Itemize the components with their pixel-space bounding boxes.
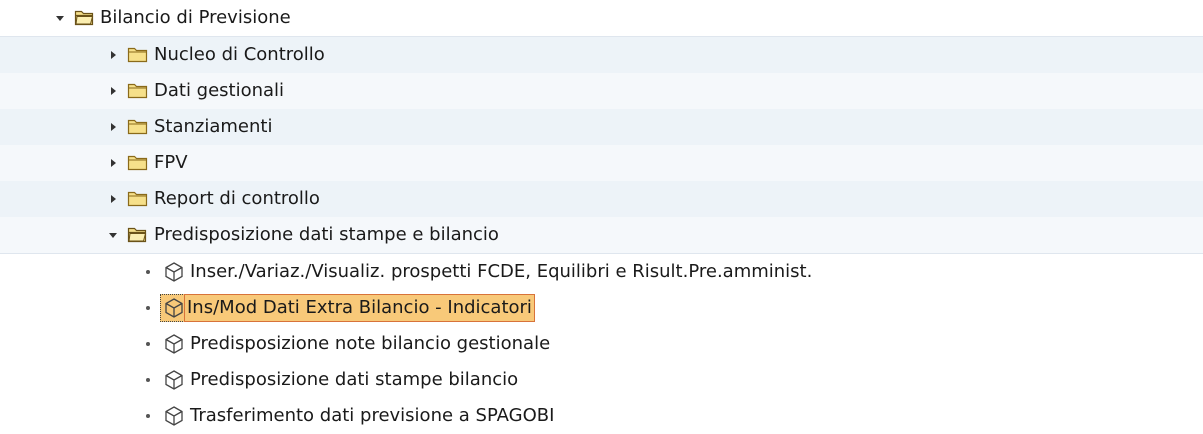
expand-toggle-icon[interactable] xyxy=(52,0,68,36)
transaction-item[interactable]: Predisposizione dati stampe bilancio xyxy=(0,362,1203,398)
tree-node-report-di-controllo[interactable]: Report di controllo xyxy=(0,181,1203,217)
transaction-cube-icon xyxy=(165,334,183,354)
transaction-cube-icon xyxy=(165,406,183,426)
folder-icon xyxy=(127,83,148,99)
tree-node-label: Dati gestionali xyxy=(154,80,285,101)
transaction-item-selected[interactable]: Ins/Mod Dati Extra Bilancio - Indicatori xyxy=(0,290,1203,326)
tree-node-stanziamenti[interactable]: Stanziamenti xyxy=(0,109,1203,145)
folder-icon xyxy=(127,119,148,135)
expand-toggle-icon[interactable] xyxy=(105,109,121,145)
tree-node-label: Nucleo di Controllo xyxy=(154,44,325,65)
transaction-label: Trasferimento dati previsione a SPAGOBI xyxy=(190,405,555,426)
menu-tree: Bilancio di Previsione Nucleo di Control… xyxy=(0,0,1203,432)
tree-node-label: FPV xyxy=(154,152,188,173)
tree-node-label: Predisposizione dati stampe e bilancio xyxy=(154,224,499,245)
transaction-label: Predisposizione dati stampe bilancio xyxy=(190,369,519,390)
transaction-item[interactable]: Predisposizione note bilancio gestionale xyxy=(0,326,1203,362)
transaction-label: Predisposizione note bilancio gestionale xyxy=(190,333,551,354)
transaction-item[interactable]: Trasferimento dati previsione a SPAGOBI xyxy=(0,398,1203,434)
bullet-icon xyxy=(140,398,156,434)
folder-open-icon xyxy=(74,10,94,26)
bullet-icon xyxy=(140,362,156,398)
folder-icon xyxy=(127,191,148,207)
expand-toggle-icon[interactable] xyxy=(105,73,121,109)
transaction-item[interactable]: Inser./Variaz./Visualiz. prospetti FCDE,… xyxy=(0,254,1203,290)
folder-open-icon xyxy=(127,227,147,243)
bullet-icon xyxy=(140,254,156,290)
tree-node-fpv[interactable]: FPV xyxy=(0,145,1203,181)
tree-node-label: Bilancio di Previsione xyxy=(100,7,291,28)
expand-toggle-icon[interactable] xyxy=(105,181,121,217)
folder-icon xyxy=(127,155,148,171)
folder-icon xyxy=(127,47,148,63)
bullet-icon xyxy=(140,326,156,362)
tree-node-nucleo-di-controllo[interactable]: Nucleo di Controllo xyxy=(0,37,1203,73)
tree-node-label: Report di controllo xyxy=(154,188,320,209)
expand-toggle-icon[interactable] xyxy=(105,37,121,73)
bullet-icon xyxy=(140,290,156,326)
transaction-cube-icon xyxy=(165,298,183,318)
tree-node-dati-gestionali[interactable]: Dati gestionali xyxy=(0,73,1203,109)
tree-node-predisposizione-dati-stampe-e-bilancio[interactable]: Predisposizione dati stampe e bilancio xyxy=(0,217,1203,254)
transaction-label: Inser./Variaz./Visualiz. prospetti FCDE,… xyxy=(190,261,813,282)
transaction-cube-icon xyxy=(165,262,183,282)
transaction-label: Ins/Mod Dati Extra Bilancio - Indicatori xyxy=(184,294,535,322)
expand-toggle-icon[interactable] xyxy=(105,217,121,253)
tree-node-bilancio-di-previsione[interactable]: Bilancio di Previsione xyxy=(0,0,1203,37)
tree-node-label: Stanziamenti xyxy=(154,116,273,137)
transaction-cube-icon xyxy=(165,370,183,390)
expand-toggle-icon[interactable] xyxy=(105,145,121,181)
